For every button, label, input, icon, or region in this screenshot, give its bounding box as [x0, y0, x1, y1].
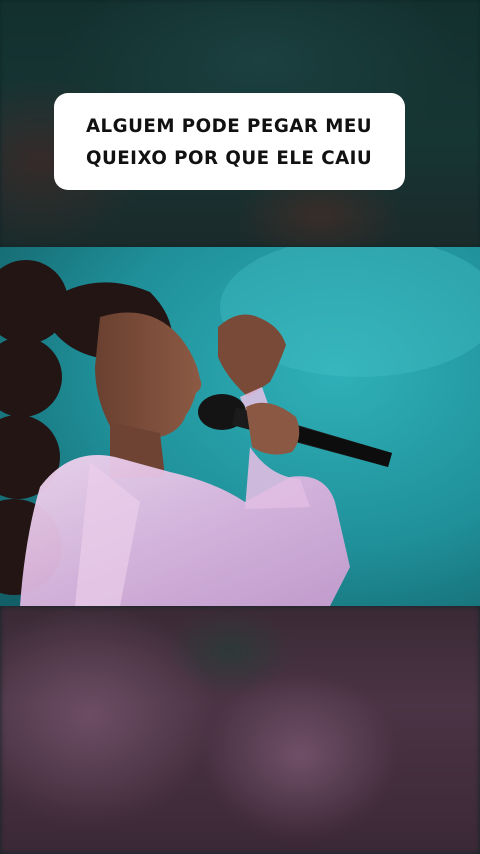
blurred-background-bottom	[0, 606, 480, 854]
jacket	[20, 455, 350, 606]
caption-line-1: ALGUEM PODE PEGAR MEU	[86, 114, 373, 137]
caption-box: ALGUEM PODE PEGAR MEU QUEIXO POR QUE ELE…	[54, 93, 405, 190]
caption-line-2: QUEIXO POR QUE ELE CAIU	[86, 146, 373, 169]
video-frame	[0, 247, 480, 606]
singer-performance-image	[0, 247, 480, 606]
